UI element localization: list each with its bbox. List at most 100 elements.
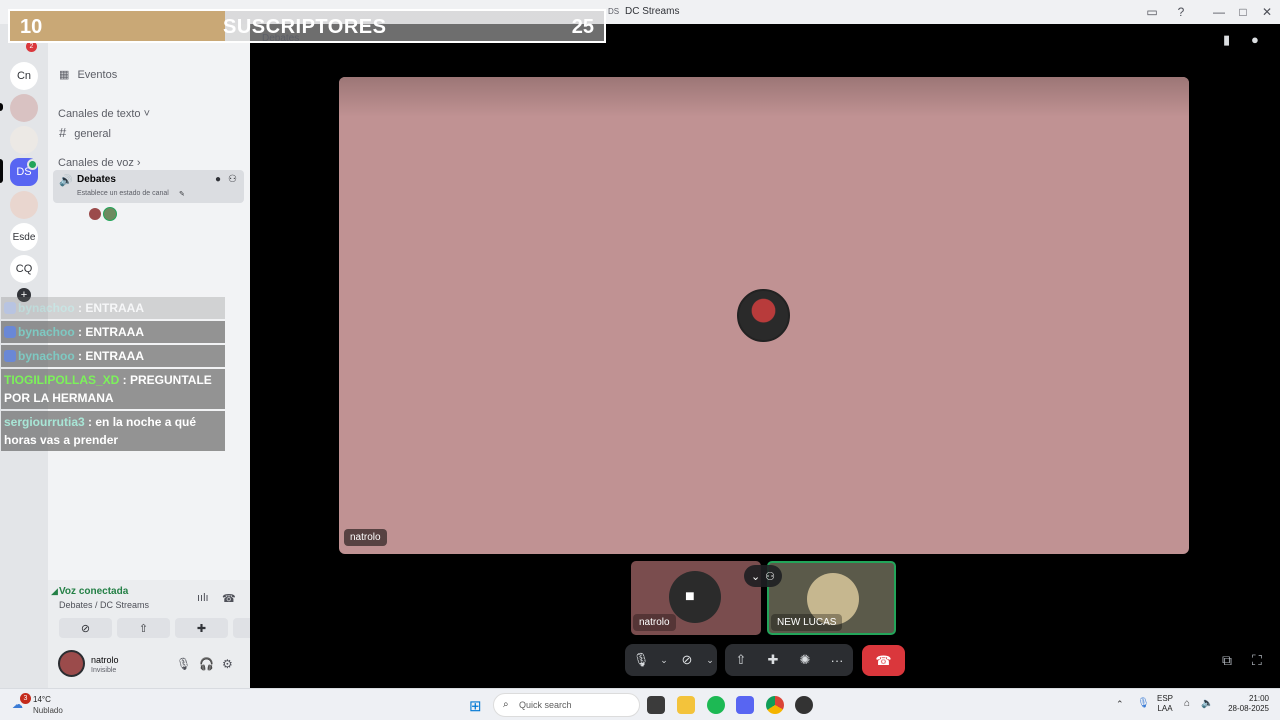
voice-stage: ▮ ● natrolo ■ natrolo NEW LUCAS ⌄ ⚇ 🎙 ⌄ … xyxy=(250,24,1280,688)
invite-user-icon[interactable]: ⚇ xyxy=(228,174,237,185)
microphone-button[interactable]: 🎙 xyxy=(625,644,657,676)
unread-pill xyxy=(0,103,3,111)
search-icon: ⌕ xyxy=(503,699,509,710)
soundboard-button[interactable]: ✺ xyxy=(789,644,821,676)
hangup-icon: ☎ xyxy=(875,652,892,668)
chat-message: bynachoo : ENTRAAA xyxy=(1,321,225,343)
server-esde[interactable]: Esde xyxy=(10,223,38,251)
clock[interactable]: 21:00 28-08-2025 xyxy=(1224,694,1269,714)
network-icon[interactable]: ⌂ xyxy=(1184,698,1190,709)
pencil-icon: ✎ xyxy=(179,191,185,198)
ghost-channel-name: Debates xyxy=(262,33,300,44)
weather-icon[interactable]: ☁ xyxy=(12,698,23,711)
bookmark-icon[interactable]: ▮ xyxy=(1223,32,1230,48)
channel-status-prompt[interactable]: Establece un estado de canal xyxy=(77,190,169,197)
voice-member-avatar-1[interactable] xyxy=(88,207,102,221)
weather-desc: Nublado xyxy=(33,706,63,715)
noise-suppression-icon[interactable]: ıılı xyxy=(197,592,209,604)
popout-icon[interactable]: ⧉ xyxy=(1222,652,1232,669)
hashtag-icon: # xyxy=(59,125,67,140)
main-name-tag: natrolo xyxy=(344,529,387,546)
file-explorer-icon[interactable] xyxy=(677,696,695,714)
server-avatar-1[interactable] xyxy=(10,94,38,122)
user-name: natrolo xyxy=(91,655,119,665)
language-indicator[interactable]: ESP LAA xyxy=(1157,694,1173,714)
screen-share-button[interactable]: ⇧ xyxy=(725,644,757,676)
discord-icon[interactable] xyxy=(736,696,754,714)
headphones-icon[interactable]: 🎧 xyxy=(199,657,214,671)
spotify-icon[interactable] xyxy=(707,696,725,714)
chat-message: bynachoo : ENTRAAA xyxy=(1,345,225,367)
close-icon[interactable]: ✕ xyxy=(1259,4,1275,20)
server-avatar-2[interactable] xyxy=(10,126,38,154)
disconnect-icon[interactable]: ☎ xyxy=(222,592,236,605)
tray-chevron-icon[interactable]: ⌃ xyxy=(1116,699,1124,710)
task-view-icon[interactable] xyxy=(647,696,665,714)
active-pill xyxy=(0,159,3,183)
camera-button[interactable]: ⊘ xyxy=(671,644,703,676)
inbox-icon[interactable]: ▭ xyxy=(1144,4,1160,20)
voice-connected-status: Voz conectada xyxy=(59,586,129,597)
main-video-tile[interactable]: natrolo xyxy=(339,77,1189,554)
camera-options-chevron[interactable]: ⌄ xyxy=(703,644,717,676)
activity-button[interactable]: ✚ xyxy=(175,618,228,638)
subscriber-title: SUSCRIPTORES xyxy=(223,16,387,38)
microphone-tray-icon[interactable]: 🎙 xyxy=(1137,698,1150,709)
voice-channel-debates[interactable]: 🔊 Debates Establece un estado de canal ✎… xyxy=(53,170,244,203)
participant-tile-natrolo[interactable]: ■ natrolo xyxy=(631,561,761,635)
chat-message: bynachoo : ENTRAAA xyxy=(1,297,225,319)
voice-location[interactable]: Debates / DC Streams xyxy=(59,600,149,610)
user-avatar[interactable] xyxy=(58,650,85,677)
chat-bubble-icon[interactable]: ● xyxy=(215,174,221,185)
mic-options-chevron[interactable]: ⌄ xyxy=(657,644,671,676)
chevron-down-icon: ⌄ xyxy=(706,654,714,665)
collapse-tiles-button[interactable]: ⌄ ⚇ xyxy=(744,565,782,587)
text-category[interactable]: Canales de texto ˅ xyxy=(58,108,150,120)
gear-icon[interactable]: ⚙ xyxy=(222,657,233,671)
screen-share-icon: ⇧ xyxy=(735,652,747,667)
user-panel: natrolo Invisible 🎙 🎧 ⚙ xyxy=(48,646,250,688)
windows-taskbar: 3 ☁ 14°C Nublado ⊞ ⌕ Quick search ⌃ ESP … xyxy=(0,688,1280,720)
maximize-icon[interactable]: □ xyxy=(1235,4,1251,20)
chat-message: TIOGILIPOLLAS_XD : PREGUNTALE POR LA HER… xyxy=(1,369,225,409)
disconnect-button[interactable]: ☎ xyxy=(862,645,905,676)
obs-icon[interactable] xyxy=(795,696,813,714)
volume-icon[interactable]: 🔈 xyxy=(1201,698,1213,709)
screen-share-icon: ⇧ xyxy=(138,622,149,635)
server-avatar-3[interactable] xyxy=(10,191,38,219)
microphone-muted-icon[interactable]: 🎙 xyxy=(176,657,191,671)
more-options-button[interactable]: ··· xyxy=(821,644,853,676)
stream-chat-overlay: bynachoo : ENTRAAA bynachoo : ENTRAAA by… xyxy=(1,297,225,453)
screen-share-button[interactable]: ⇧ xyxy=(117,618,170,638)
badge-icon xyxy=(4,302,16,314)
channel-general[interactable]: # general xyxy=(59,125,111,140)
taskbar-search[interactable]: ⌕ Quick search xyxy=(493,693,640,717)
server-cq[interactable]: CQ xyxy=(10,255,38,283)
chat-message: sergiourrutia3 : en la noche a qué horas… xyxy=(1,411,225,451)
fullscreen-icon[interactable]: ⛶ xyxy=(1252,652,1262,669)
minimize-icon[interactable]: — xyxy=(1211,4,1227,20)
microphone-icon: 🎙 xyxy=(632,652,650,667)
gamepad-icon: ✚ xyxy=(767,652,779,667)
chevron-down-icon: ⌄ xyxy=(660,654,668,665)
audio-video-controls: 🎙 ⌄ ⊘ ⌄ xyxy=(625,644,717,676)
chevron-down-icon: ⌄ xyxy=(750,570,761,583)
chat-icon[interactable]: ● xyxy=(1251,32,1259,47)
windows-start-icon[interactable]: ⊞ xyxy=(469,697,482,715)
subscriber-goal: 25 xyxy=(571,16,594,38)
badge-icon xyxy=(4,326,16,338)
voice-active-badge xyxy=(27,159,38,170)
camera-off-icon: ⊘ xyxy=(681,652,693,667)
speaker-icon: 🔊 xyxy=(59,175,73,187)
speaker-avatar xyxy=(737,289,790,342)
participant-tile-new-lucas[interactable]: NEW LUCAS xyxy=(767,561,896,635)
weather-temp[interactable]: 14°C xyxy=(33,695,51,704)
events-item[interactable]: ▦ Eventos xyxy=(59,68,117,81)
camera-off-button[interactable]: ⊘ xyxy=(59,618,112,638)
server-cn[interactable]: Cn xyxy=(10,62,38,90)
voice-category[interactable]: Canales de voz › xyxy=(58,157,141,169)
activity-button[interactable]: ✚ xyxy=(757,644,789,676)
chrome-icon[interactable] xyxy=(766,696,784,714)
voice-member-avatar-2[interactable] xyxy=(103,207,117,221)
help-icon[interactable]: ? xyxy=(1173,4,1189,20)
